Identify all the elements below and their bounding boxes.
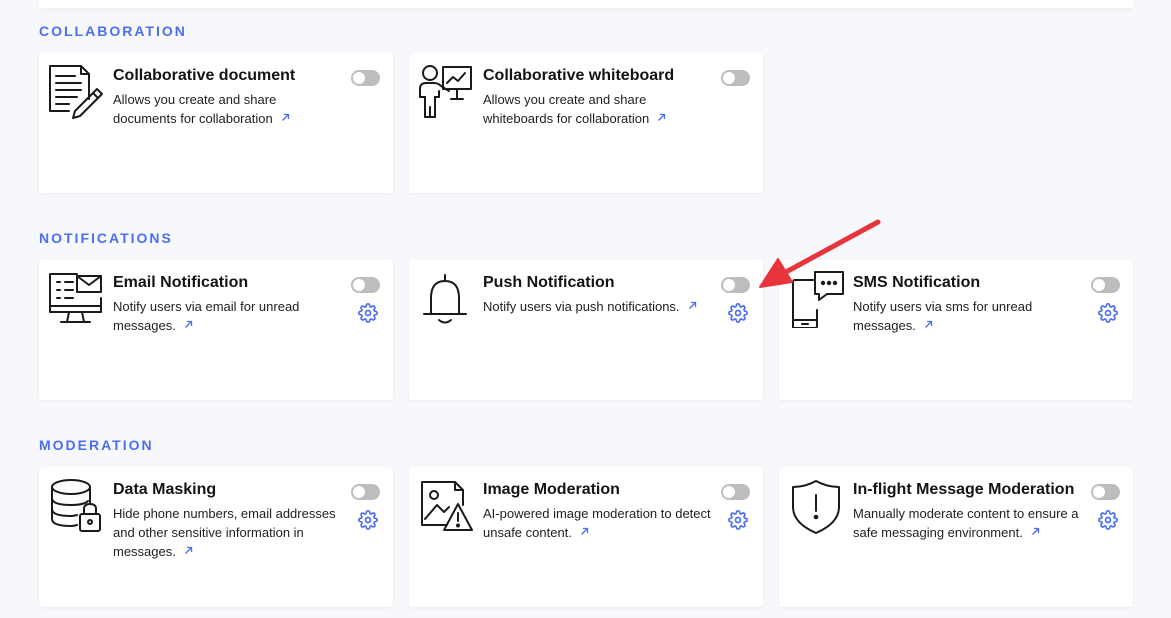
toggle-knob: [723, 72, 735, 84]
monitor-email-icon: [47, 270, 105, 328]
section-title-collaboration: COLLABORATION: [39, 23, 187, 39]
toggle-knob: [353, 72, 365, 84]
feature-toggle[interactable]: [351, 70, 380, 86]
card-description: Allows you create and share documents fo…: [113, 90, 343, 128]
shield-alert-icon: [787, 477, 845, 535]
card-description: AI-powered image moderation to detect un…: [483, 506, 711, 540]
settings-gear-icon[interactable]: [1098, 303, 1118, 323]
feature-toggle[interactable]: [1091, 277, 1120, 293]
card-description: Hide phone numbers, email addresses and …: [113, 506, 336, 559]
card-collaborative-document: Collaborative document Allows you create…: [39, 53, 393, 193]
card-description: Manually moderate content to ensure a sa…: [853, 506, 1079, 540]
card-email-notification: Email Notification Notify users via emai…: [39, 260, 393, 400]
whiteboard-presenter-icon: [417, 63, 475, 121]
external-link-icon[interactable]: [184, 320, 193, 329]
external-link-icon[interactable]: [924, 320, 933, 329]
external-link-icon[interactable]: [184, 546, 193, 555]
card-collaborative-whiteboard: Collaborative whiteboard Allows you crea…: [409, 53, 763, 193]
card-push-notification: Push Notification Notify users via push …: [409, 260, 763, 400]
card-inflight-message-moderation: In-flight Message Moderation Manually mo…: [779, 467, 1133, 607]
card-description: Notify users via push notifications.: [483, 297, 713, 316]
toggle-knob: [723, 486, 735, 498]
toggle-knob: [723, 279, 735, 291]
toggle-knob: [353, 486, 365, 498]
card-title: Collaborative document: [113, 67, 296, 84]
external-link-icon[interactable]: [580, 527, 589, 536]
card-title: Data Masking: [113, 481, 217, 498]
feature-toggle[interactable]: [351, 484, 380, 500]
bell-icon: [417, 270, 475, 328]
settings-gear-icon[interactable]: [358, 510, 378, 530]
toggle-knob: [1093, 279, 1105, 291]
card-description: Allows you create and share whiteboards …: [483, 90, 713, 128]
card-data-masking: Data Masking Hide phone numbers, email a…: [39, 467, 393, 607]
card-title: Email Notification: [113, 274, 249, 291]
database-lock-icon: [47, 477, 105, 535]
external-link-icon[interactable]: [281, 113, 290, 122]
settings-gear-icon[interactable]: [728, 510, 748, 530]
card-description: Notify users via email for unread messag…: [113, 299, 300, 333]
feature-toggle[interactable]: [721, 70, 750, 86]
settings-gear-icon[interactable]: [358, 303, 378, 323]
settings-gear-icon[interactable]: [728, 303, 748, 323]
section-title-notifications: NOTIFICATIONS: [39, 230, 173, 246]
card-title: Collaborative whiteboard: [483, 67, 675, 84]
feature-toggle[interactable]: [721, 277, 750, 293]
card-title: In-flight Message Moderation: [853, 481, 1075, 498]
card-title: Push Notification: [483, 274, 615, 291]
image-warning-icon: [417, 477, 475, 535]
settings-gear-icon[interactable]: [1098, 510, 1118, 530]
card-image-moderation: Image Moderation AI-powered image modera…: [409, 467, 763, 607]
feature-toggle[interactable]: [721, 484, 750, 500]
card-description: Notify users via sms for unread messages…: [853, 299, 1033, 333]
card-sms-notification: SMS Notification Notify users via sms fo…: [779, 260, 1133, 400]
external-link-icon[interactable]: [657, 113, 666, 122]
card-title: SMS Notification: [853, 274, 981, 291]
toggle-knob: [1093, 486, 1105, 498]
feature-toggle[interactable]: [351, 277, 380, 293]
document-pencil-icon: [47, 63, 105, 121]
previous-card-bottom: [39, 0, 1133, 8]
external-link-icon[interactable]: [1031, 527, 1040, 536]
feature-toggle[interactable]: [1091, 484, 1120, 500]
card-title: Image Moderation: [483, 481, 620, 498]
phone-chat-icon: [787, 270, 845, 333]
section-title-moderation: MODERATION: [39, 437, 154, 453]
toggle-knob: [353, 279, 365, 291]
external-link-icon[interactable]: [688, 301, 697, 310]
